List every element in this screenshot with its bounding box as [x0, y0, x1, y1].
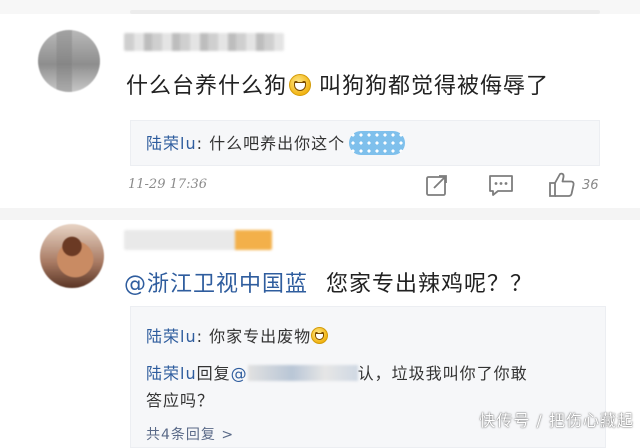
- reply-text: 你家专出废物: [209, 327, 312, 346]
- like-count: 36: [582, 178, 599, 193]
- share-button[interactable]: [424, 171, 450, 199]
- more-replies-link[interactable]: 共4条回复 >: [146, 424, 234, 444]
- timestamp: 11-29 17:36: [128, 177, 208, 192]
- grinning-emoji-icon: [289, 74, 312, 96]
- share-icon: [426, 175, 447, 196]
- mention-link[interactable]: @浙江卫视中国蓝: [124, 272, 308, 297]
- reply-username-link[interactable]: 陆荣lu: [146, 364, 197, 383]
- reply-text: 什么吧养出你这个: [209, 134, 346, 153]
- username-blurred[interactable]: [124, 230, 272, 250]
- comment-text: @浙江卫视中国蓝 您家专出辣鸡呢？？: [124, 272, 534, 297]
- reply-text-continued: 答应吗？: [146, 391, 215, 410]
- like-icon: [549, 172, 575, 197]
- avatar[interactable]: [38, 30, 100, 92]
- comment-text: 什么台养什么狗 叫狗狗都觉得被侮辱了: [126, 74, 550, 99]
- reply-item[interactable]: 陆荣lu: 你家专出废物: [146, 323, 329, 347]
- smile-emoji-icon: [311, 327, 329, 344]
- reply-item[interactable]: 陆荣lu: 什么吧养出你这个: [146, 130, 406, 155]
- watermark: 快传号 / 把伤心藏起: [479, 411, 634, 430]
- reply-username-link[interactable]: 陆荣lu: [146, 327, 197, 346]
- reply-text: 认，垃圾我叫你了你敢: [357, 364, 528, 383]
- comment-button[interactable]: [487, 171, 515, 199]
- avatar[interactable]: [40, 224, 104, 288]
- username-blurred[interactable]: [124, 33, 284, 51]
- like-button[interactable]: [547, 171, 577, 199]
- comment-separator: [0, 208, 640, 220]
- comment-icon: [489, 175, 513, 196]
- reply-username-link[interactable]: 陆荣lu: [146, 134, 197, 153]
- reply-item[interactable]: 陆荣lu回复@ 认，垃圾我叫你了你敢: [146, 360, 528, 384]
- previous-comment-edge: [0, 0, 640, 14]
- blurred-username: [247, 365, 358, 381]
- blurred-emoji-icon: [349, 131, 406, 155]
